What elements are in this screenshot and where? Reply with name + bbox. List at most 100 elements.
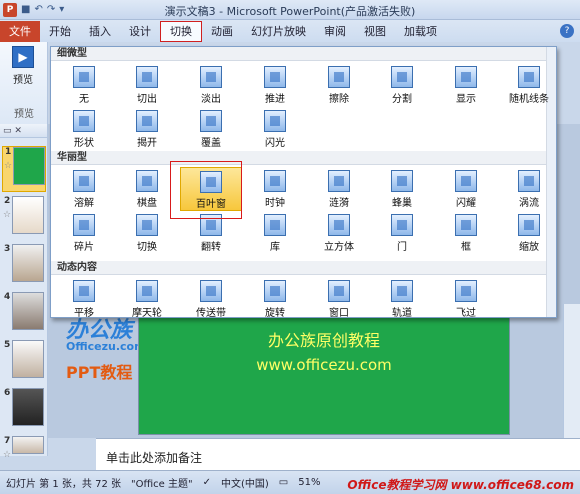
transition-label: 覆盖: [201, 138, 221, 149]
window-title: 演示文稿3 - Microsoft PowerPoint(产品激活失败): [164, 5, 416, 18]
transition-1-6[interactable]: 闪耀: [435, 167, 497, 211]
tab-review[interactable]: 审阅: [315, 21, 355, 42]
transition-1-9[interactable]: 切换: [116, 211, 178, 255]
save-icon[interactable]: ■: [21, 4, 30, 15]
transition-0-11[interactable]: 闪光: [244, 107, 306, 151]
tab-view[interactable]: 视图: [355, 21, 395, 42]
transition-star-icon: ☆: [3, 450, 12, 460]
transition-label: 旋转: [265, 308, 285, 319]
powerpoint-app-icon[interactable]: P: [3, 2, 17, 17]
slide-thumb-6[interactable]: 6: [2, 388, 46, 434]
transition-icon: [391, 280, 413, 302]
brand-sub-text: Officezu.com: [66, 340, 146, 353]
tab-design[interactable]: 设计: [120, 21, 160, 42]
slide-thumbnail: [12, 436, 44, 454]
transition-0-8[interactable]: 形状: [53, 107, 115, 151]
status-zoom[interactable]: 51%: [298, 477, 320, 488]
transition-icon: [264, 280, 286, 302]
transition-2-0[interactable]: 平移: [53, 277, 115, 321]
slide-thumb-5[interactable]: 5: [2, 340, 46, 386]
tab-animations[interactable]: 动画: [202, 21, 242, 42]
transition-2-2[interactable]: 传送带: [180, 277, 242, 321]
transition-0-5[interactable]: 分割: [371, 63, 433, 107]
transition-0-3[interactable]: 推进: [244, 63, 306, 107]
transition-0-10[interactable]: 覆盖: [180, 107, 242, 151]
slide-title-text[interactable]: 办公族原创教程: [139, 327, 509, 351]
view-normal-icon[interactable]: ▭: [279, 477, 288, 488]
slide-number: 6: [4, 388, 11, 398]
vertical-scrollbar[interactable]: [563, 304, 580, 438]
transition-0-2[interactable]: 淡出: [180, 63, 242, 107]
transition-1-3[interactable]: 时钟: [244, 167, 306, 211]
transition-icon: [264, 170, 286, 192]
transition-icon: [328, 280, 350, 302]
transition-0-1[interactable]: 切出: [116, 63, 178, 107]
transition-1-8[interactable]: 碎片: [53, 211, 115, 255]
transition-1-12[interactable]: 立方体: [308, 211, 370, 255]
transition-2-3[interactable]: 旋转: [244, 277, 306, 321]
transition-icon: [518, 214, 540, 236]
transition-icon: [264, 110, 286, 132]
slide-url-text[interactable]: www.officezu.com: [139, 356, 509, 374]
spellcheck-icon[interactable]: ✓: [203, 477, 211, 488]
slide-number: 1: [5, 147, 12, 157]
transition-1-13[interactable]: 门: [371, 211, 433, 255]
tab-home[interactable]: 开始: [40, 21, 80, 42]
transition-2-1[interactable]: 摩天轮: [116, 277, 178, 321]
current-slide[interactable]: 办公族原创教程 www.officezu.com: [138, 310, 510, 435]
slide-thumbnail: [12, 196, 44, 234]
status-language[interactable]: 中文(中国): [221, 475, 269, 490]
slide-thumb-1[interactable]: 1 ☆: [2, 146, 46, 192]
ribbon-tabs: 文件 开始 插入 设计 切换 动画 幻灯片放映 审阅 视图 加载项 ?: [0, 20, 580, 42]
tab-slideshow[interactable]: 幻灯片放映: [242, 21, 315, 42]
tab-transitions[interactable]: 切换: [160, 21, 202, 42]
slide-thumb-4[interactable]: 4: [2, 292, 46, 338]
slide-thumbnail: [12, 292, 44, 330]
transition-0-9[interactable]: 揭开: [116, 107, 178, 151]
transition-1-11[interactable]: 库: [244, 211, 306, 255]
preview-group: ▶ 预览 预览: [0, 42, 48, 124]
tab-insert[interactable]: 插入: [80, 21, 120, 42]
notes-placeholder: 单击此处添加备注: [106, 451, 203, 465]
transition-1-7[interactable]: 涡流: [498, 167, 560, 211]
transition-label: 揭开: [137, 138, 157, 149]
transition-1-15[interactable]: 缩放: [498, 211, 560, 255]
transition-1-4[interactable]: 涟漪: [308, 167, 370, 211]
transition-2-4[interactable]: 窗口: [308, 277, 370, 321]
transition-1-1[interactable]: 棋盘: [116, 167, 178, 211]
help-icon[interactable]: ?: [560, 24, 574, 38]
transition-1-0[interactable]: 溶解: [53, 167, 115, 211]
notes-pane[interactable]: 单击此处添加备注: [96, 438, 580, 470]
transition-label: 轨道: [392, 308, 412, 319]
slide-thumb-7[interactable]: 7 ☆: [2, 436, 46, 460]
transition-icon: [455, 66, 477, 88]
section-dynamic: 动态内容: [51, 261, 556, 275]
transition-icon: [73, 280, 95, 302]
transition-0-6[interactable]: 显示: [435, 63, 497, 107]
transition-label: 库: [270, 242, 280, 253]
tab-addins[interactable]: 加载项: [395, 21, 446, 42]
preview-group-label: 预览: [14, 109, 34, 120]
transition-0-0[interactable]: 无: [53, 63, 115, 107]
transition-0-7[interactable]: 随机线条: [498, 63, 560, 107]
transition-0-4[interactable]: 擦除: [308, 63, 370, 107]
transition-1-14[interactable]: 框: [435, 211, 497, 255]
transition-label: 平移: [74, 308, 94, 319]
transition-1-5[interactable]: 蜂巢: [371, 167, 433, 211]
transition-label: 显示: [456, 94, 476, 105]
slide-thumb-3[interactable]: 3: [2, 244, 46, 290]
redo-icon[interactable]: ↷: [47, 4, 55, 15]
slide-thumb-2[interactable]: 2 ☆: [2, 196, 46, 242]
transition-label: 窗口: [329, 308, 349, 319]
preview-button[interactable]: ▶ 预览: [6, 46, 40, 94]
transition-icon: [73, 170, 95, 192]
transition-icon: [264, 214, 286, 236]
customize-qat-icon[interactable]: ▾: [59, 4, 64, 15]
transition-label: 随机线条: [509, 94, 549, 105]
slides-panel-tabs[interactable]: ▭ ✕: [0, 124, 47, 138]
transition-2-6[interactable]: 飞过: [435, 277, 497, 321]
undo-icon[interactable]: ↶: [34, 4, 42, 15]
transition-2-5[interactable]: 轨道: [371, 277, 433, 321]
transition-icon: [455, 170, 477, 192]
tab-file[interactable]: 文件: [0, 21, 40, 42]
